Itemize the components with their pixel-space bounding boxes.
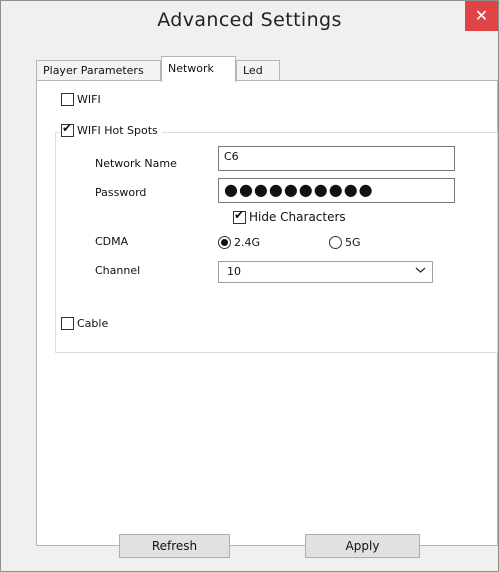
network-name-label: Network Name [95, 157, 177, 170]
channel-value: 10 [227, 265, 241, 278]
cdma-radio-2-4g[interactable] [218, 235, 231, 249]
hide-characters-label: Hide Characters [249, 210, 346, 224]
close-button[interactable]: ✕ [465, 1, 498, 31]
cable-label: Cable [77, 316, 109, 330]
tab-led[interactable]: Led [236, 60, 280, 80]
cdma-option-2-4g[interactable]: 2.4G [218, 233, 260, 251]
chevron-down-icon [415, 264, 426, 279]
wifi-label: WIFI [77, 92, 101, 106]
cdma-label: CDMA [95, 235, 129, 248]
wifi-checkbox[interactable] [61, 92, 74, 106]
network-panel: WIFI WIFI Hot Spots Network Name C6 Pass… [36, 80, 498, 558]
title-bar: Advanced Settings ✕ [1, 1, 498, 39]
network-name-input[interactable]: C6 [218, 146, 455, 171]
wifi-hotspot-checkbox[interactable] [61, 121, 74, 137]
cdma-option-label: 2.4G [234, 235, 261, 249]
apply-button[interactable]: Apply [305, 534, 420, 558]
cdma-option-5g[interactable]: 5G [329, 233, 361, 251]
tab-player-parameters[interactable]: Player Parameters [36, 60, 161, 80]
cable-option[interactable]: Cable [61, 314, 108, 332]
hide-characters-option[interactable]: Hide Characters [233, 208, 346, 226]
wifi-option[interactable]: WIFI [61, 90, 101, 108]
advanced-settings-window: Advanced Settings ✕ Player Parameters Ne… [0, 0, 499, 572]
window-title: Advanced Settings [157, 9, 342, 31]
channel-label: Channel [95, 264, 141, 277]
hide-characters-checkbox[interactable] [233, 208, 246, 224]
cable-checkbox[interactable] [61, 316, 74, 330]
tab-network[interactable]: Network [161, 56, 236, 82]
password-input[interactable]: ●●●●●●●●●● [218, 178, 455, 203]
cdma-option-label: 5G [345, 235, 361, 249]
channel-select[interactable]: 10 [218, 261, 433, 283]
wifi-hotspot-label: WIFI Hot Spots [77, 123, 158, 137]
wifi-hotspot-option[interactable]: WIFI Hot Spots [61, 121, 162, 139]
cdma-radio-5g[interactable] [329, 235, 342, 249]
refresh-button[interactable]: Refresh [119, 534, 230, 558]
password-label: Password [95, 186, 147, 199]
